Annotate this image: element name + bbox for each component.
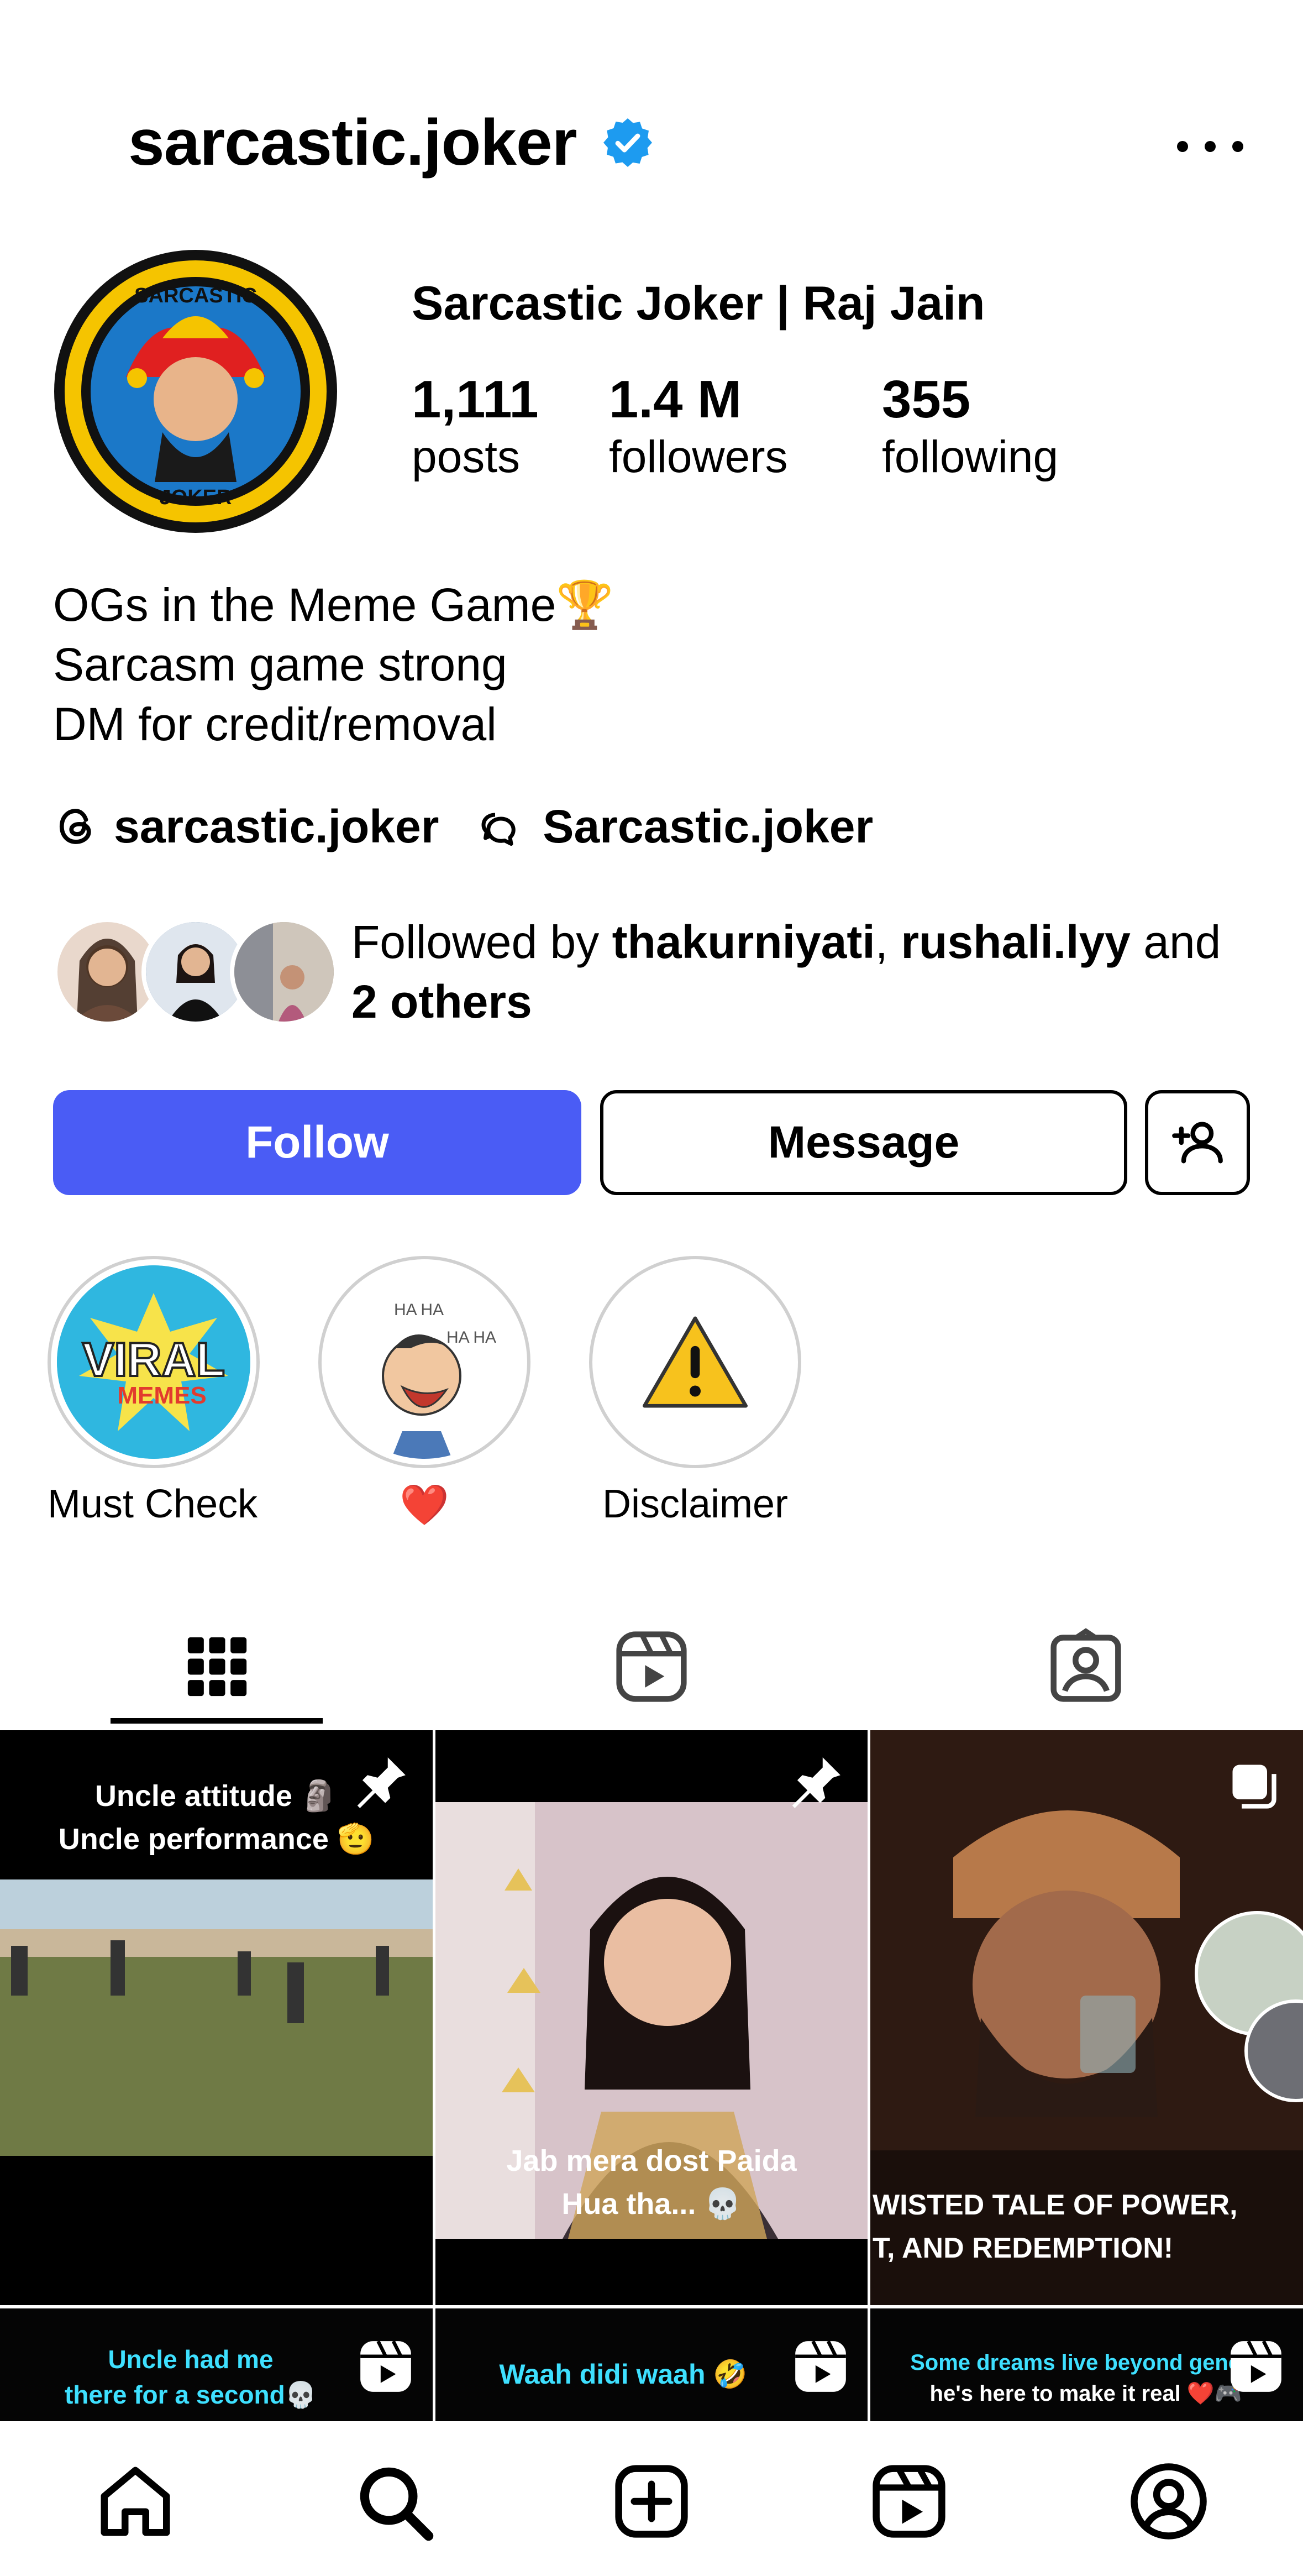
followed-by-text: Followed by thakurniyati, rushali.lyy an… — [351, 912, 1291, 1032]
followed-by-prefix: Followed by — [351, 916, 612, 968]
profile-icon — [1131, 2463, 1207, 2540]
profile-bio: OGs in the Meme Game🏆 Sarcasm game stron… — [53, 575, 614, 754]
post-caption-line: Waah didi waah 🤣 — [499, 2359, 748, 2390]
stat-posts-value: 1,111 — [412, 370, 539, 429]
tagged-person-icon — [1050, 1628, 1121, 1702]
stat-followers[interactable]: 1.4 M followers — [609, 369, 788, 483]
warning-icon — [643, 1316, 748, 1408]
follow-button[interactable]: Follow — [53, 1090, 581, 1195]
highlight-cover: HA HA HA HA — [318, 1256, 530, 1468]
post-caption-line: Uncle performance 🫡 — [58, 1823, 375, 1856]
secondary-link-label: Sarcastic.joker — [543, 800, 874, 852]
followed-by-suffix: and — [1130, 916, 1221, 968]
post-caption-line: Jab mera dost Paida — [506, 2144, 797, 2177]
posts-grid: Uncle attitude 🗿 Uncle performance 🫡 Jab… — [0, 1730, 1303, 2421]
bio-line: OGs in the Meme Game🏆 — [53, 579, 614, 631]
highlight-label: ❤️ — [400, 1483, 449, 1527]
threads-icon — [59, 809, 91, 844]
post-caption-line: WISTED TALE OF POWER, — [873, 2189, 1238, 2221]
highlight-cover: VIRAL MEMES — [48, 1256, 260, 1468]
nav-create[interactable] — [605, 2454, 698, 2548]
mutual-user-2[interactable]: rushali.lyy — [901, 916, 1131, 968]
stat-posts-label: posts — [412, 432, 520, 482]
post-thumbnail[interactable]: Waah didi waah 🤣 — [435, 2308, 868, 2421]
reel-badge-icon — [360, 2340, 411, 2392]
stat-following-value: 355 — [882, 370, 971, 429]
suggested-users-button[interactable] — [1145, 1090, 1250, 1195]
stat-posts: 1,111 posts — [412, 369, 539, 483]
stat-followers-value: 1.4 M — [609, 370, 742, 429]
profile-avatar[interactable]: SARCASTIC JOKER — [54, 250, 337, 533]
tab-tagged[interactable] — [869, 1603, 1303, 1730]
create-post-icon — [615, 2465, 688, 2538]
post-caption: Jab mera dost Paida Hua tha... 💀 — [435, 2139, 868, 2226]
nav-search[interactable] — [347, 2454, 441, 2548]
post-thumbnail[interactable]: Some dreams live beyond genera he's here… — [870, 2308, 1303, 2421]
nav-home[interactable] — [88, 2454, 182, 2548]
mutual-follower-avatar — [230, 918, 338, 1026]
profile-header: sarcastic.joker — [0, 0, 1303, 210]
post-caption: WISTED TALE OF POWER, T, AND REDEMPTION! — [870, 2184, 1303, 2270]
post-thumbnail[interactable]: Jab mera dost Paida Hua tha... 💀 — [435, 1730, 868, 2305]
highlight-cover — [589, 1256, 801, 1468]
story-highlight[interactable]: HA HA HA HA ❤️ — [318, 1256, 530, 1528]
tab-posts-grid[interactable] — [0, 1603, 434, 1730]
post-thumbnail[interactable]: WISTED TALE OF POWER, T, AND REDEMPTION! — [870, 1730, 1303, 2305]
stat-following-label: following — [882, 432, 1059, 482]
post-caption-line: Uncle had me — [108, 2345, 274, 2374]
message-button[interactable]: Message — [600, 1090, 1127, 1195]
highlight-art-text: HA HA — [394, 1301, 444, 1319]
avatar-text-top: SARCASTIC — [134, 284, 257, 307]
bio-line: Sarcasm game strong — [53, 638, 507, 690]
story-highlight[interactable]: VIRAL MEMES Must Check... — [48, 1256, 260, 1527]
pinned-icon — [792, 1757, 840, 1808]
post-thumbnail[interactable]: Uncle had me there for a second💀 — [0, 2308, 433, 2421]
post-caption-line: there for a second💀 — [64, 2380, 317, 2409]
more-options-icon[interactable] — [1177, 130, 1243, 163]
nav-profile[interactable] — [1122, 2454, 1216, 2548]
threads-link[interactable]: sarcastic.joker — [53, 800, 439, 854]
active-tab-indicator — [111, 1718, 323, 1724]
reels-icon — [616, 1631, 687, 1702]
carousel-icon — [1232, 1765, 1276, 1809]
highlight-art-text: HA HA — [446, 1328, 496, 1347]
reels-icon — [873, 2465, 945, 2538]
grid-icon — [187, 1637, 247, 1697]
threads-chat-icon — [481, 813, 516, 846]
bio-line: DM for credit/removal — [53, 698, 497, 750]
verified-badge-icon — [603, 118, 652, 167]
mutual-followers[interactable]: Followed by thakurniyati, rushali.lyy an… — [53, 912, 1269, 1034]
pinned-icon — [357, 1757, 406, 1808]
tab-reels[interactable] — [434, 1603, 869, 1730]
bottom-navigation — [0, 2421, 1303, 2576]
profile-links: sarcastic.joker Sarcastic.joker — [53, 796, 912, 857]
display-name: Sarcastic Joker | Raj Jain — [412, 277, 985, 330]
home-icon — [101, 2467, 170, 2536]
add-person-icon — [1172, 1122, 1223, 1164]
highlight-art-subtext: MEMES — [117, 1382, 206, 1409]
secondary-link[interactable]: Sarcastic.joker — [477, 800, 873, 854]
reel-badge-icon — [1231, 2340, 1281, 2392]
reel-badge-icon — [795, 2340, 846, 2392]
stat-followers-label: followers — [609, 432, 788, 482]
post-caption: Uncle had me there for a second💀 — [0, 2342, 381, 2412]
story-highlight[interactable]: Disclaimer — [589, 1256, 801, 1527]
followed-by-separator: , — [875, 916, 901, 968]
profile-tabs — [0, 1603, 1303, 1730]
mutual-user-1[interactable]: thakurniyati — [612, 916, 875, 968]
stat-following[interactable]: 355 following — [882, 369, 1058, 483]
highlight-label: Must Check... — [48, 1482, 260, 1526]
post-thumbnail[interactable]: Uncle attitude 🗿 Uncle performance 🫡 — [0, 1730, 433, 2305]
nav-reels[interactable] — [862, 2454, 956, 2548]
post-caption-line: Hua tha... 💀 — [561, 2187, 742, 2221]
highlight-label: Disclaimer — [602, 1482, 789, 1526]
username: sarcastic.joker — [128, 106, 577, 179]
post-caption-line: T, AND REDEMPTION! — [873, 2232, 1174, 2264]
mutual-others[interactable]: 2 others — [351, 976, 532, 1028]
avatar-text-bottom: JOKER — [160, 486, 232, 509]
post-caption: Waah didi waah 🤣 — [435, 2353, 811, 2396]
highlight-art-text: VIRAL — [82, 1333, 225, 1386]
search-icon — [360, 2467, 434, 2541]
threads-link-label: sarcastic.joker — [114, 800, 439, 852]
